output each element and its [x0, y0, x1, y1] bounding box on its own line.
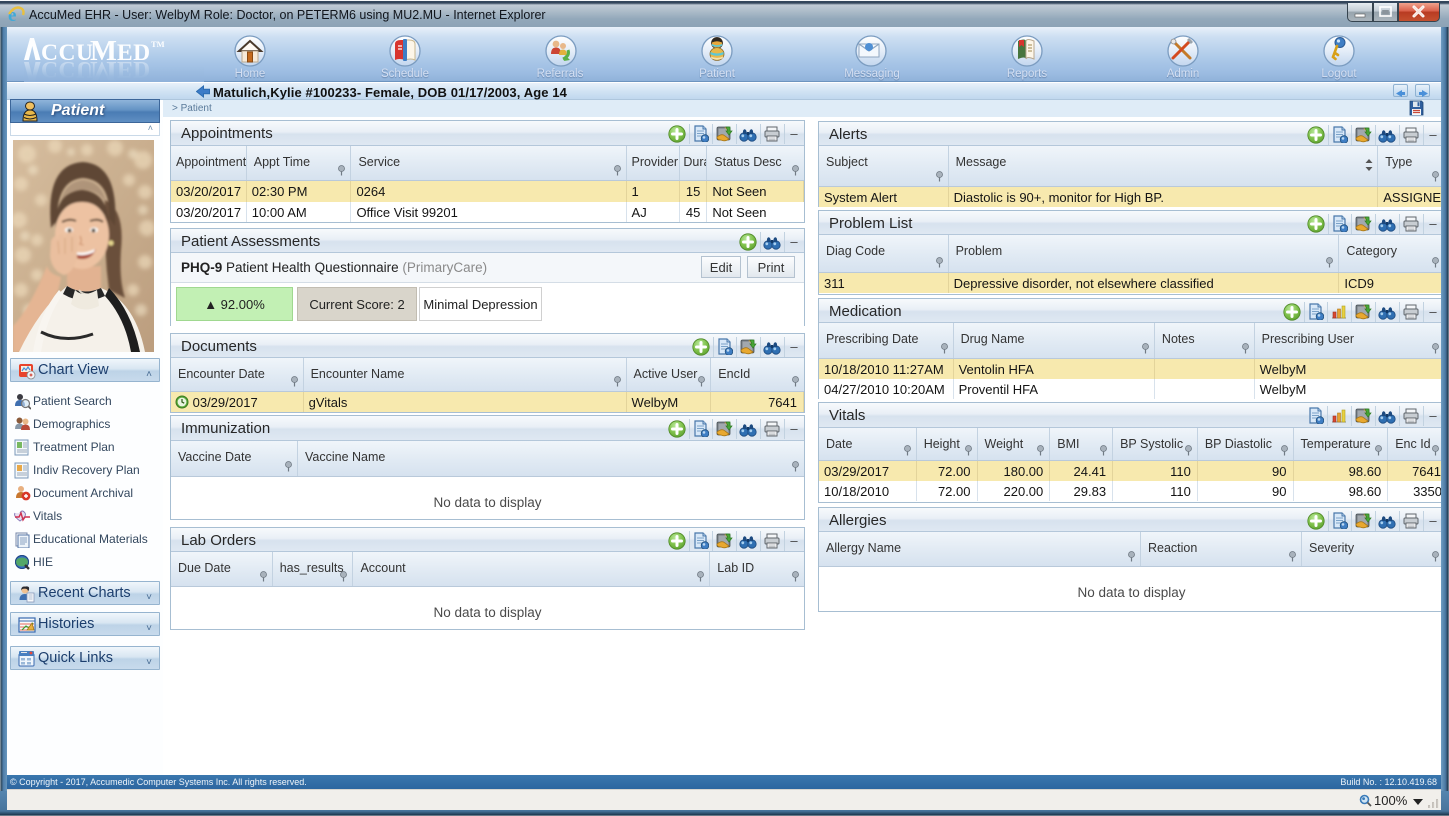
svg-text:TM: TM	[151, 39, 165, 49]
